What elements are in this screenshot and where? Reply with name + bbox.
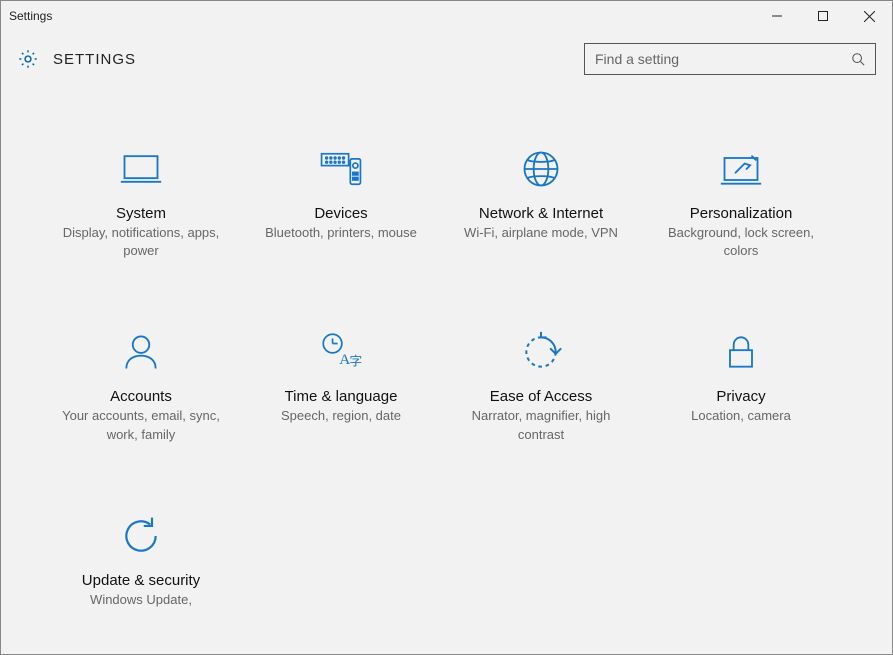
tile-title: Time & language — [285, 388, 398, 405]
time-language-icon: A 字 — [319, 330, 363, 374]
ease-of-access-icon — [519, 330, 563, 374]
globe-icon — [519, 147, 563, 191]
maximize-button[interactable] — [800, 1, 846, 31]
titlebar: Settings — [1, 1, 892, 31]
tile-desc: Speech, region, date — [281, 407, 401, 425]
tile-update-security[interactable]: Update & security Windows Update, — [41, 514, 241, 609]
tile-desc: Windows Update, — [90, 591, 192, 609]
accounts-icon — [119, 330, 163, 374]
tile-accounts[interactable]: Accounts Your accounts, email, sync, wor… — [41, 330, 241, 443]
tile-desc: Wi-Fi, airplane mode, VPN — [464, 224, 618, 242]
lock-icon — [719, 330, 763, 374]
gear-icon — [17, 48, 39, 70]
search-box[interactable] — [584, 43, 876, 75]
tile-desc: Display, notifications, apps, power — [61, 224, 221, 260]
search-input[interactable] — [595, 51, 851, 67]
tile-privacy[interactable]: Privacy Location, camera — [641, 330, 841, 443]
window-title: Settings — [9, 9, 52, 23]
tile-desc: Location, camera — [691, 407, 791, 425]
devices-icon — [319, 147, 363, 191]
tile-title: Personalization — [690, 205, 793, 222]
system-icon — [119, 147, 163, 191]
update-icon — [119, 514, 163, 558]
category-grid: System Display, notifications, apps, pow… — [1, 87, 881, 654]
search-icon — [851, 52, 865, 66]
content-scroll[interactable]: System Display, notifications, apps, pow… — [1, 87, 892, 654]
tile-title: Update & security — [82, 572, 200, 589]
svg-text:字: 字 — [349, 355, 362, 369]
tile-personalization[interactable]: Personalization Background, lock screen,… — [641, 147, 841, 260]
tile-desc: Background, lock screen, colors — [661, 224, 821, 260]
tile-desc: Bluetooth, printers, mouse — [265, 224, 417, 242]
tile-title: Devices — [314, 205, 367, 222]
tile-title: Privacy — [716, 388, 765, 405]
tile-ease-of-access[interactable]: Ease of Access Narrator, magnifier, high… — [441, 330, 641, 443]
tile-title: Ease of Access — [490, 388, 593, 405]
tile-title: System — [116, 205, 166, 222]
close-button[interactable] — [846, 1, 892, 31]
tile-devices[interactable]: Devices Bluetooth, printers, mouse — [241, 147, 441, 260]
minimize-button[interactable] — [754, 1, 800, 31]
tile-desc: Narrator, magnifier, high contrast — [461, 407, 621, 443]
tile-time-language[interactable]: A 字 Time & language Speech, region, date — [241, 330, 441, 443]
tile-title: Network & Internet — [479, 205, 603, 222]
tile-desc: Your accounts, email, sync, work, family — [61, 407, 221, 443]
page-title: SETTINGS — [53, 51, 136, 68]
personalization-icon — [719, 147, 763, 191]
tile-title: Accounts — [110, 388, 172, 405]
header: SETTINGS — [1, 35, 892, 83]
tile-system[interactable]: System Display, notifications, apps, pow… — [41, 147, 241, 260]
tile-network[interactable]: Network & Internet Wi-Fi, airplane mode,… — [441, 147, 641, 260]
